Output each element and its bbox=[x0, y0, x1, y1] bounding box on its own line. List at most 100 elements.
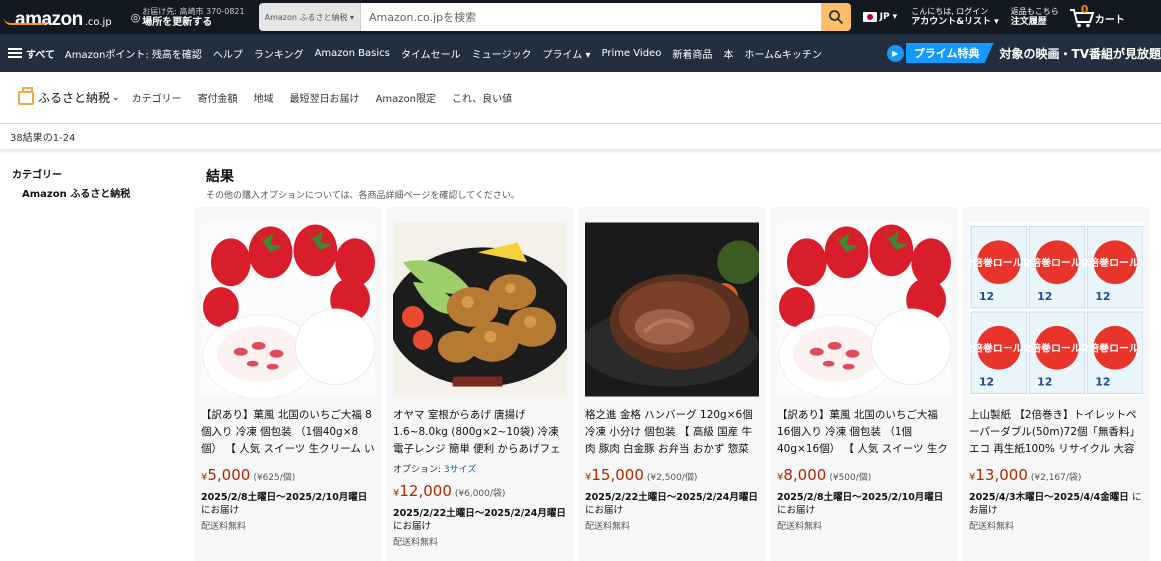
product-image[interactable] bbox=[201, 207, 375, 399]
prime-text: 対象の映画・TV番組が見放題 bbox=[999, 46, 1161, 61]
price-row[interactable]: ¥12,000 (¥6,000/袋) bbox=[393, 482, 567, 500]
logo-smile-icon bbox=[4, 18, 48, 25]
product-card: 【訳あり】菓風 北国のいちご大福 8個入り 冷凍 個包装 （1個40g×8個） … bbox=[195, 207, 381, 561]
product-option[interactable]: オプション: 3サイズ bbox=[393, 462, 567, 475]
toilet-paper-pack: 2倍巻ロール!! 12 bbox=[1082, 310, 1143, 394]
product-image[interactable] bbox=[777, 207, 951, 399]
price: ¥5,000 bbox=[201, 466, 251, 484]
pack-count: 12 bbox=[979, 290, 994, 303]
orders-line2: 注文履歴 bbox=[1010, 17, 1047, 27]
nav-item-timesale[interactable]: タイムセール bbox=[401, 46, 461, 61]
subnav-item-amazon-exclusive[interactable]: Amazon限定 bbox=[376, 90, 436, 105]
nav-item-prime-video[interactable]: Prime Video bbox=[601, 48, 661, 59]
product-title[interactable]: 【訳あり】菓風 北国のいちご大福 16個入り 冷凍 個包装 （1個40g×16個… bbox=[777, 407, 951, 459]
shipping-info: 配送料無料 bbox=[393, 538, 439, 548]
search-input[interactable] bbox=[361, 3, 821, 31]
furusato-brand-link[interactable]: ふるさと納税 ⌄ bbox=[18, 86, 120, 106]
unit-price: (¥6,000/袋) bbox=[454, 489, 506, 499]
search-button[interactable] bbox=[820, 3, 851, 31]
nav-item-basics[interactable]: Amazon Basics bbox=[315, 48, 390, 59]
chevron-down-icon: ⌄ bbox=[112, 92, 120, 103]
subnav-item-region[interactable]: 地域 bbox=[254, 90, 274, 105]
search-icon bbox=[828, 10, 843, 25]
search-category-dropdown[interactable]: Amazon ふるさと納税 ▾ bbox=[258, 3, 362, 31]
prime-tag: プライム特典 bbox=[905, 43, 994, 63]
deliver-to[interactable]: ◎ お届け先: 高崎市 370-0821 場所を更新する bbox=[131, 6, 245, 28]
price: ¥12,000 bbox=[393, 482, 452, 500]
product-title[interactable]: 上山製紙 【2倍巻き】トイレットペーパーダブル(50m)72個「無香料」エコ 再… bbox=[969, 407, 1143, 459]
strawberry-daifuku-image bbox=[777, 222, 951, 397]
product-title[interactable]: 【訳あり】菓風 北国のいちご大福 8個入り 冷凍 個包装 （1個40g×8個） … bbox=[201, 407, 375, 459]
pack-count: 12 bbox=[979, 375, 994, 388]
price-row[interactable]: ¥13,000 (¥2,167/袋) bbox=[969, 466, 1143, 484]
search-bar: Amazon ふるさと納税 ▾ bbox=[258, 3, 851, 31]
price-row[interactable]: ¥5,000 (¥625/個) bbox=[201, 466, 375, 484]
cart-button[interactable]: 0 カート bbox=[1069, 3, 1125, 28]
unit-price: (¥2,500/個) bbox=[646, 473, 698, 483]
delivery-info: 2025/2/22土曜日～2025/2/24月曜日 にお届け bbox=[393, 508, 566, 532]
nav-item-music[interactable]: ミュージック bbox=[472, 46, 532, 61]
product-title[interactable]: オヤマ 室根からあげ 唐揚げ 1.6~8.0kg (800g×2~10袋) 冷凍… bbox=[393, 407, 567, 459]
sidebar: カテゴリー Amazon ふるさと納税 bbox=[0, 166, 195, 561]
unit-price: (¥625/個) bbox=[253, 473, 296, 483]
price-row[interactable]: ¥15,000 (¥2,500/個) bbox=[585, 466, 759, 484]
pack-label: 2倍巻ロール!! bbox=[969, 256, 1032, 269]
nav-item-points[interactable]: Amazonポイント: 残高を確認 bbox=[65, 46, 202, 61]
product-card: 【訳あり】菓風 北国のいちご大福 16個入り 冷凍 個包装 （1個40g×16個… bbox=[771, 207, 957, 561]
logo-tld: .co.jp bbox=[84, 17, 112, 28]
price-row[interactable]: ¥8,000 (¥500/個) bbox=[777, 466, 951, 484]
toilet-paper-pack: 2倍巻ロール!! 12 bbox=[969, 225, 1032, 309]
language-selector[interactable]: JP ▾ bbox=[862, 12, 897, 22]
toilet-paper-pack: 2倍巻ロール!! 12 bbox=[1024, 310, 1090, 394]
price: ¥15,000 bbox=[585, 466, 644, 484]
product-image[interactable] bbox=[585, 207, 759, 399]
shipping-info: 配送料無料 bbox=[969, 522, 1015, 532]
toilet-paper-pack: 2倍巻ロール!! 12 bbox=[1024, 225, 1090, 309]
orders-link[interactable]: 返品もこちら 注文履歴 bbox=[1011, 6, 1059, 28]
amazon-logo[interactable]: amazon .co.jp bbox=[4, 2, 119, 32]
all-menu-button[interactable]: すべて bbox=[8, 46, 55, 61]
nav-item-new[interactable]: 新着商品 bbox=[672, 46, 712, 61]
subnav-item-fast-delivery[interactable]: 最短翌日お届け bbox=[290, 90, 360, 105]
nav-main: すべて Amazonポイント: 残高を確認 ヘルプ ランキング Amazon B… bbox=[0, 34, 1161, 72]
subnav-item-category[interactable]: カテゴリー bbox=[132, 90, 182, 105]
unit-price: (¥500/個) bbox=[829, 473, 872, 483]
cart-count: 0 bbox=[1080, 3, 1089, 16]
deliver-line1: お届け先: 高崎市 370-0821 bbox=[142, 7, 245, 16]
delivery-info: 2025/2/22土曜日～2025/2/24月曜日 にお届け bbox=[585, 492, 758, 516]
account-menu[interactable]: こんにちは, ログイン アカウント&リスト ▾ bbox=[911, 6, 999, 28]
results-count-bar: 38結果の1-24 bbox=[0, 124, 1161, 150]
nav-item-books[interactable]: 本 bbox=[723, 46, 733, 61]
karaage-image bbox=[393, 222, 567, 396]
product-image[interactable] bbox=[393, 207, 567, 399]
subnav-item-good-value[interactable]: これ、良い値 bbox=[452, 90, 512, 105]
nav-item-prime[interactable]: プライム ▾ bbox=[542, 46, 590, 61]
sidebar-item-furusato[interactable]: Amazon ふるさと納税 bbox=[12, 185, 195, 200]
nav-item-help[interactable]: ヘルプ bbox=[213, 46, 243, 61]
delivery-info: 2025/2/8土曜日～2025/2/10月曜日 にお届け bbox=[777, 492, 944, 516]
subnav-item-amount[interactable]: 寄付金額 bbox=[198, 90, 238, 105]
orders-line1: 返品もこちら bbox=[1010, 7, 1059, 16]
product-image[interactable]: 2倍巻ロール!! 12 2倍巻ロール!! 12 2倍巻ロール!! 12 2倍巻ロール!! 12… bbox=[969, 207, 1143, 399]
nav-top: amazon .co.jp ◎ お届け先: 高崎市 370-0821 場所を更新… bbox=[0, 0, 1161, 34]
nav-item-ranking[interactable]: ランキング bbox=[254, 46, 304, 61]
subnav: ふるさと納税 ⌄ カテゴリー 寄付金額 地域 最短翌日お届け Amazon限定 … bbox=[0, 72, 1161, 124]
nav-item-home-kitchen[interactable]: ホーム&キッチン bbox=[744, 46, 822, 61]
price: ¥13,000 bbox=[969, 466, 1028, 484]
results-subtitle: その他の購入オプションについては、各商品詳細ページを確認してください。 bbox=[206, 191, 520, 201]
prime-banner[interactable]: ▶ プライム特典 対象の映画・TV番組が見放題 bbox=[882, 34, 1161, 72]
basket-icon bbox=[18, 86, 34, 105]
deliver-line2: 場所を更新する bbox=[142, 17, 213, 28]
shipping-info: 配送料無料 bbox=[585, 522, 631, 532]
hamburg-steak-image bbox=[585, 222, 759, 396]
delivery-info: 2025/4/3木曜日～2025/4/4金曜日 にお届け bbox=[969, 492, 1142, 516]
results-title: 結果 bbox=[206, 169, 234, 185]
pack-label: 2倍巻ロール!! bbox=[1024, 341, 1090, 354]
strawberry-daifuku-image bbox=[201, 222, 375, 397]
account-line2: アカウント&リスト ▾ bbox=[911, 17, 999, 27]
play-icon: ▶ bbox=[886, 44, 904, 62]
results-content: 結果 その他の購入オプションについては、各商品詳細ページを確認してください。 【… bbox=[195, 166, 1161, 561]
product-title[interactable]: 格之進 金格 ハンバーグ 120g×6個 冷凍 小分け 個包装 【 高級 国産 … bbox=[585, 407, 759, 459]
option-link: 3サイズ bbox=[443, 465, 477, 475]
cart-label: カート bbox=[1094, 15, 1125, 26]
